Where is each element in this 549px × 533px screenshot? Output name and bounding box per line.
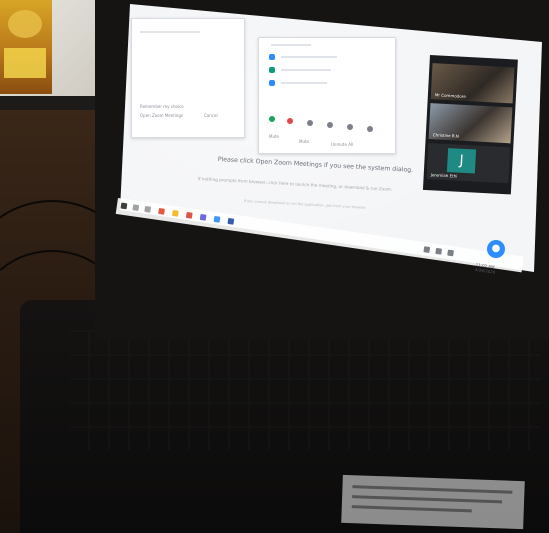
cancel-button[interactable]: Cancel: [204, 113, 218, 118]
chat-bubble-icon[interactable]: ●: [487, 240, 505, 258]
chrome-icon[interactable]: [185, 211, 193, 219]
task-view-icon[interactable]: [144, 205, 152, 213]
participant-name: Christine R.N: [432, 132, 459, 139]
folder-icon[interactable]: [172, 209, 179, 217]
phone-icon: [269, 67, 275, 73]
computer-icon: [269, 80, 275, 86]
teams-icon[interactable]: [199, 213, 207, 221]
dialog-title-line: [140, 31, 200, 33]
share-icon[interactable]: [367, 126, 373, 132]
window-title-line: [271, 44, 311, 46]
open-zoom-button[interactable]: Open Zoom Meetings: [140, 113, 183, 118]
background-monitor: [0, 0, 104, 110]
word-icon[interactable]: [227, 217, 235, 225]
video-icon: [269, 54, 275, 60]
participant-tile[interactable]: Mr Commodore: [430, 63, 515, 104]
vlc-icon[interactable]: [158, 207, 165, 215]
participant-video-panel: Mr Commodore Christine R.N J Jeremiah Et…: [422, 55, 518, 195]
search-icon[interactable]: [132, 204, 140, 212]
honey-label: [4, 48, 46, 78]
honey-jar-graphic: [8, 10, 42, 38]
window-bottom-right[interactable]: Unmute All: [331, 142, 353, 147]
participants-icon[interactable]: [327, 122, 333, 128]
participant-avatar: J: [446, 148, 477, 174]
participant-tile[interactable]: Christine R.N: [428, 103, 513, 144]
stop-video-icon[interactable]: [287, 118, 293, 124]
meeting-row[interactable]: [281, 56, 337, 58]
remember-choice-label[interactable]: Remember my choice: [140, 104, 184, 109]
meeting-row[interactable]: [281, 69, 331, 71]
mute-icon[interactable]: [269, 116, 275, 122]
honey-poster: [0, 0, 52, 94]
network-icon[interactable]: [423, 246, 431, 253]
sticker-text-line: [351, 505, 472, 513]
photo-scene: Remember my choice Open Zoom Meetings Ca…: [0, 0, 549, 533]
sticker-text-line: [352, 485, 513, 494]
security-icon[interactable]: [307, 120, 313, 126]
volume-icon[interactable]: [435, 247, 443, 255]
meeting-window: Mute Mute Unmute All: [258, 37, 396, 154]
window-bottom-left[interactable]: Mute: [299, 139, 309, 144]
open-zoom-dialog: Remember my choice Open Zoom Meetings Ca…: [131, 18, 245, 138]
keyboard: [70, 330, 540, 450]
meeting-row[interactable]: [281, 82, 327, 84]
sticker-text-line: [352, 495, 503, 504]
battery-icon[interactable]: [447, 249, 454, 257]
laptop-sticker: [341, 474, 525, 530]
participant-tile[interactable]: J Jeremiah Ethi: [426, 143, 511, 184]
chat-icon[interactable]: [347, 124, 353, 130]
controls-label-1: Mute: [269, 134, 280, 139]
participant-name: Jeremiah Ethi: [430, 172, 458, 179]
background-monitor-screen: [0, 0, 98, 96]
zoom-icon[interactable]: [213, 215, 221, 223]
windows-start-icon[interactable]: [120, 202, 128, 210]
participant-name: Mr Commodore: [434, 92, 466, 99]
